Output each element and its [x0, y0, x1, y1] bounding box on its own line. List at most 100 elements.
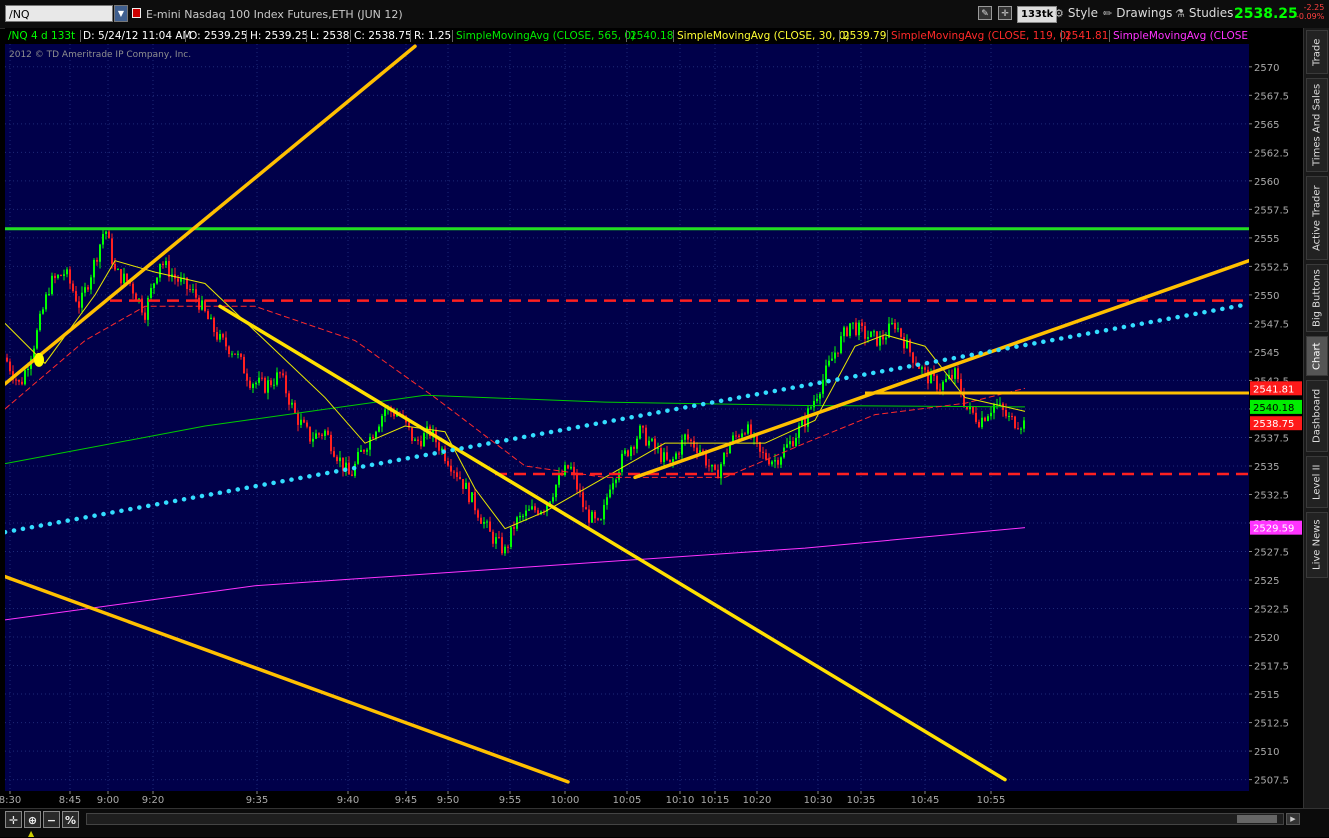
studies-button[interactable]: ⚗ Studies: [1175, 4, 1233, 23]
crosshair-icon[interactable]: ✛: [998, 6, 1012, 20]
tab-live-news[interactable]: Live News: [1306, 512, 1328, 578]
tab-dashboard[interactable]: Dashboard: [1306, 380, 1328, 452]
candle-body: [327, 430, 329, 435]
bar-open: O: 2539.25: [189, 30, 248, 42]
zoom-in-icon[interactable]: ⊕: [24, 811, 41, 828]
candle-body: [213, 317, 215, 333]
candle-body: [891, 322, 893, 324]
candle-body: [24, 369, 26, 385]
sma-30-label: SimpleMovingAvg (CLOSE, 30, 0): [677, 30, 850, 42]
candle: [201, 295, 203, 311]
x-tick-label: 9:50: [437, 795, 459, 806]
candle-body: [855, 322, 857, 336]
tab-trade[interactable]: Trade: [1306, 30, 1328, 74]
candle-body: [873, 331, 875, 333]
candle-body: [246, 373, 248, 381]
candle: [93, 258, 95, 284]
candle-body: [534, 506, 536, 511]
bar-high: H: 2539.25: [250, 30, 309, 42]
tab-big-buttons[interactable]: Big Buttons: [1306, 264, 1328, 332]
price-chart[interactable]: 2012 © TD Ameritrade IP Company, Inc.: [5, 44, 1249, 791]
candle-body: [276, 372, 278, 385]
candle: [108, 229, 110, 239]
candle: [912, 352, 914, 369]
style-icon: ⚙: [1054, 7, 1064, 20]
candle-body: [987, 416, 989, 421]
candle: [222, 332, 224, 340]
candle: [144, 307, 146, 323]
tab-chart[interactable]: Chart: [1306, 336, 1328, 376]
y-tick-label: 2550: [1254, 291, 1279, 302]
candle-body: [894, 322, 896, 330]
candle-body: [885, 337, 887, 340]
style-button[interactable]: ⚙ Style: [1054, 4, 1098, 23]
x-tick-label: 10:10: [666, 795, 695, 806]
candle: [633, 445, 635, 456]
x-tick-label: 10:55: [977, 795, 1006, 806]
candle: [246, 368, 248, 387]
candle: [486, 519, 488, 529]
candle: [747, 421, 749, 435]
pan-icon[interactable]: ✛: [5, 811, 22, 828]
drawings-button[interactable]: ✏ Drawings: [1103, 4, 1172, 23]
aggregation-badge[interactable]: 133tk: [1017, 6, 1058, 23]
y-tick-label: 2557.5: [1254, 205, 1289, 216]
candle: [711, 464, 713, 473]
candle: [219, 329, 221, 343]
candle: [450, 458, 452, 476]
candle-body: [108, 231, 110, 239]
candle-body: [162, 263, 164, 266]
tab-times-and-sales[interactable]: Times And Sales: [1306, 78, 1328, 172]
candle: [282, 369, 284, 378]
candle: [756, 434, 758, 448]
candle-body: [240, 353, 242, 357]
candle: [483, 517, 485, 529]
y-tick-label: 2520: [1254, 633, 1279, 644]
candle-body: [627, 450, 629, 457]
net-change: -2.25 -0.09%: [1296, 3, 1324, 21]
scrollbar-thumb[interactable]: [1237, 815, 1277, 823]
candle-body: [1005, 409, 1007, 417]
candle: [351, 470, 353, 477]
link-color-icon[interactable]: [132, 8, 141, 18]
candle-body: [813, 401, 815, 408]
candle: [249, 377, 251, 390]
percent-button[interactable]: %: [62, 811, 79, 828]
candle-body: [852, 322, 854, 324]
price-axis[interactable]: 2570 2567.5 2565 2562.5 2560 2557.5 2555 2552.5…: [1249, 28, 1303, 791]
candle-body: [18, 379, 20, 382]
candle-body: [675, 453, 677, 459]
time-axis[interactable]: 8:30 8:45 9:00 9:20 9:35 9:40 9:45 9:50 9:55 10:0…: [0, 791, 1249, 808]
candle: [81, 286, 83, 314]
chart-canvas[interactable]: [5, 44, 1249, 791]
symbol-dropdown-icon[interactable]: ▼: [114, 5, 128, 22]
candle-body: [498, 537, 500, 539]
scroll-right-icon[interactable]: ▶: [1286, 813, 1300, 825]
candle: [123, 267, 125, 285]
candle: [480, 514, 482, 524]
candle: [534, 503, 536, 513]
tab-level-ii[interactable]: Level II: [1306, 456, 1328, 508]
candle: [243, 354, 245, 374]
price-label: 2541.81: [1253, 384, 1294, 395]
candle-body: [321, 434, 323, 436]
drawing-tool-icon[interactable]: ✎: [978, 6, 992, 20]
candle: [57, 274, 59, 280]
y-tick-label: 2515: [1254, 690, 1279, 701]
x-tick-label: 9:20: [142, 795, 164, 806]
candle: [816, 393, 818, 404]
candle-body: [90, 277, 92, 290]
candle-body: [417, 439, 419, 441]
candle-body: [705, 452, 707, 466]
candle: [975, 407, 977, 424]
candle: [99, 243, 101, 269]
chart-scrollbar[interactable]: [86, 813, 1284, 825]
candle-body: [348, 462, 350, 475]
candle: [891, 317, 893, 326]
zoom-out-icon[interactable]: −: [43, 811, 60, 828]
candle-body: [525, 510, 527, 516]
tab-active-trader[interactable]: Active Trader: [1306, 176, 1328, 260]
symbol-input[interactable]: /NQ: [5, 5, 113, 22]
candle-body: [615, 479, 617, 484]
candle-body: [414, 439, 416, 441]
